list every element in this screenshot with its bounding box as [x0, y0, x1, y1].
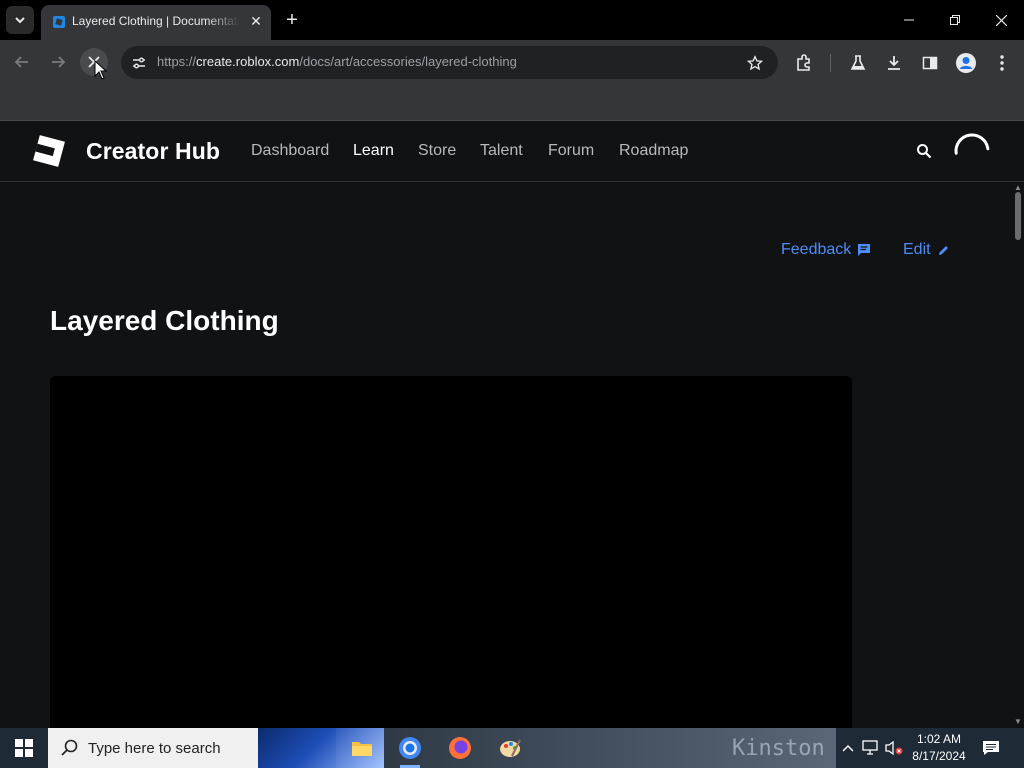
nav-store[interactable]: Store: [418, 142, 456, 160]
search-icon: [61, 739, 78, 756]
tab-title: Layered Clothing | Documentation - Roblo…: [72, 14, 240, 28]
nav-talent[interactable]: Talent: [480, 142, 523, 160]
volume-muted-icon[interactable]: [884, 738, 904, 758]
extensions-icon[interactable]: [791, 50, 817, 76]
toolbar-separator: [830, 54, 831, 72]
url-text: https://create.roblox.com/docs/art/acces…: [157, 54, 517, 69]
edit-link[interactable]: Edit: [903, 241, 950, 259]
file-explorer-icon[interactable]: [338, 728, 386, 768]
chevron-down-icon: [15, 17, 25, 24]
taskbar-search-box[interactable]: Type here to search: [48, 728, 384, 768]
paint-app-icon[interactable]: [486, 728, 534, 768]
minimize-icon[interactable]: [886, 0, 932, 40]
new-tab-icon[interactable]: +: [280, 8, 304, 32]
show-hidden-icons-icon[interactable]: [838, 738, 858, 758]
page-scrollbar[interactable]: ▲ ▼: [1012, 182, 1024, 728]
browser-tab-strip: Layered Clothing | Documentation - Roblo…: [0, 0, 1024, 40]
search-icon[interactable]: [913, 140, 935, 162]
labs-flask-icon[interactable]: [845, 50, 871, 76]
page-title: Layered Clothing: [50, 305, 279, 336]
scroll-thumb[interactable]: [1015, 192, 1021, 240]
feedback-icon: [858, 244, 871, 256]
roblox-logo-icon[interactable]: [32, 134, 66, 168]
nav-roadmap[interactable]: Roadmap: [619, 142, 688, 160]
roblox-favicon-icon: [53, 16, 65, 28]
site-info-icon[interactable]: [129, 53, 149, 73]
browser-menu-icon[interactable]: [989, 50, 1015, 76]
clock-date: 8/17/2024: [912, 749, 966, 763]
notifications-icon[interactable]: [978, 736, 1004, 760]
tab-search-button[interactable]: [6, 6, 34, 34]
nav-forum[interactable]: Forum: [548, 142, 594, 160]
restore-icon[interactable]: [932, 0, 978, 40]
page-viewport: Creator Hub Dashboard Learn Store Talent…: [0, 121, 1024, 728]
edit-label: Edit: [903, 241, 931, 258]
windows-taskbar: Type here to search Kinston 1:02 AM 8/17…: [0, 728, 1024, 768]
tab-close-icon[interactable]: ✕: [247, 12, 265, 30]
bookmark-star-icon[interactable]: [744, 52, 766, 74]
feedback-link[interactable]: Feedback: [781, 241, 871, 259]
windows-start-icon[interactable]: [0, 728, 48, 768]
side-panel-icon[interactable]: [917, 50, 943, 76]
site-header: Creator Hub Dashboard Learn Store Talent…: [0, 121, 1024, 182]
network-icon[interactable]: [861, 738, 881, 758]
downloads-icon[interactable]: [881, 50, 907, 76]
brand-name[interactable]: Creator Hub: [86, 138, 220, 165]
bookmarks-bar: [0, 85, 1024, 121]
mouse-cursor-icon: [94, 60, 108, 80]
taskbar-search-placeholder: Type here to search: [88, 740, 221, 757]
forward-icon[interactable]: [44, 48, 72, 76]
scroll-down-icon[interactable]: ▼: [1014, 718, 1022, 726]
back-icon[interactable]: [8, 48, 36, 76]
nav-dashboard[interactable]: Dashboard: [251, 142, 329, 160]
nav-learn[interactable]: Learn: [353, 142, 394, 160]
firefox-icon[interactable]: [436, 728, 484, 768]
browser-toolbar: https://create.roblox.com/docs/art/acces…: [0, 40, 1024, 85]
clock-time: 1:02 AM: [916, 732, 962, 746]
profile-avatar-icon[interactable]: [953, 50, 979, 76]
feedback-label: Feedback: [781, 241, 852, 258]
wallpaper-text: Kinston: [732, 736, 825, 761]
pencil-icon: [938, 245, 948, 255]
close-window-icon[interactable]: [978, 0, 1024, 40]
browser-tab[interactable]: Layered Clothing | Documentation - Roblo…: [41, 5, 271, 40]
chrome-icon[interactable]: [386, 728, 434, 768]
system-clock[interactable]: 1:02 AM 8/17/2024: [904, 731, 974, 765]
scroll-up-icon[interactable]: ▲: [1014, 184, 1022, 192]
video-player[interactable]: [50, 376, 852, 728]
loading-spinner-icon: [954, 133, 990, 155]
address-bar[interactable]: https://create.roblox.com/docs/art/acces…: [121, 46, 778, 79]
